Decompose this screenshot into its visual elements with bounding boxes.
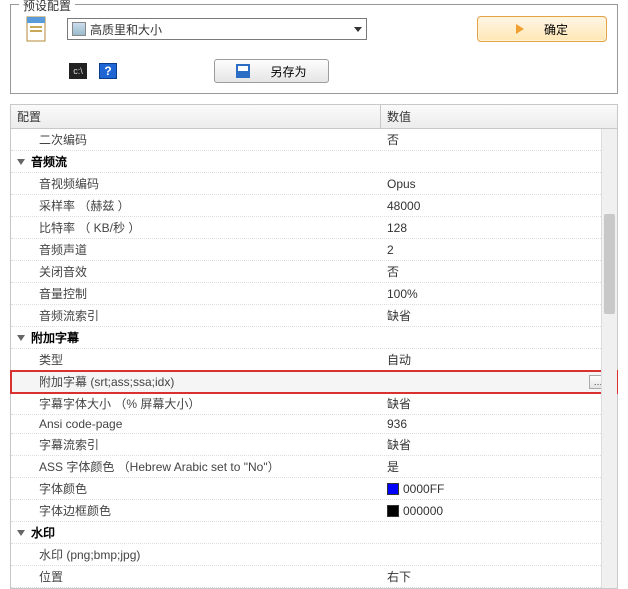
grid-row[interactable]: 字幕流索引缺省 — [11, 434, 617, 456]
row-label: 水印 (png;bmp;jpg) — [11, 544, 381, 565]
ok-label: 确定 — [544, 21, 568, 38]
row-value: 0000FF — [403, 482, 444, 496]
save-as-button[interactable]: 另存为 — [214, 59, 329, 83]
grid-row[interactable]: 二次编码否 — [11, 129, 617, 151]
grid-row[interactable]: 位置右下 — [11, 566, 617, 588]
row-label: 字幕流索引 — [11, 434, 381, 455]
grid-row[interactable]: 音频声道 2 — [11, 239, 617, 261]
color-swatch — [387, 483, 399, 495]
row-value: 自动 — [387, 351, 411, 368]
scrollbar[interactable] — [601, 129, 617, 588]
row-label: 关闭音效 — [11, 261, 381, 282]
row-label: 附加字幕 (srt;ass;ssa;idx) — [11, 371, 381, 392]
preset-dropdown[interactable]: 高质里和大小 — [67, 18, 367, 40]
grid-row[interactable]: 附加字幕 (srt;ass;ssa;idx)… — [11, 371, 617, 393]
header-config: 配置 — [11, 105, 381, 128]
row-value: 100% — [387, 287, 418, 301]
expand-icon[interactable] — [17, 159, 25, 165]
grid-row[interactable]: Ansi code-page 936 — [11, 415, 617, 434]
grid-row[interactable]: 字体边框颜色 000000 — [11, 500, 617, 522]
row-label: 二次编码 — [11, 129, 381, 150]
row-label: 比特率 （ KB/秒 ） — [11, 217, 381, 238]
row-label: 音视频编码 — [11, 173, 381, 194]
grid-row[interactable]: ASS 字体颜色 （Hebrew Arabic set to "No"） 是 — [11, 456, 617, 478]
row-value: 否 — [387, 263, 399, 280]
row-value: 2 — [387, 243, 394, 257]
group-label: 音频流 — [31, 153, 67, 170]
row-value: 缺省 — [387, 436, 411, 453]
expand-icon[interactable] — [17, 530, 25, 536]
row-value: Opus — [387, 177, 416, 191]
grid-row[interactable]: 音频流 — [11, 151, 617, 173]
row-label: ASS 字体颜色 （Hebrew Arabic set to "No"） — [11, 456, 381, 477]
header-value: 数值 — [381, 105, 617, 128]
preset-selected: 高质里和大小 — [90, 21, 354, 38]
arrow-right-icon — [516, 24, 524, 34]
second-row: c:\ ? 另存为 — [21, 59, 607, 83]
grid-row[interactable]: 字幕字体大小 （% 屏幕大小） 缺省 — [11, 393, 617, 415]
grid-row[interactable]: 音频流索引缺省 — [11, 305, 617, 327]
grid-row[interactable]: 类型自动 — [11, 349, 617, 371]
grid-body: 二次编码否音频流音视频编码Opus采样率 （赫兹 ）48000比特率 （ KB/… — [11, 129, 617, 588]
grid-row[interactable]: 水印 (png;bmp;jpg) — [11, 544, 617, 566]
grid-row[interactable]: 音量控制 100% — [11, 283, 617, 305]
row-label: Ansi code-page — [11, 415, 381, 433]
grid-header: 配置 数值 — [11, 105, 617, 129]
group-label: 附加字幕 — [31, 329, 79, 346]
row-label: 类型 — [11, 349, 381, 370]
row-label: 字体边框颜色 — [11, 500, 381, 521]
row-label: 位置 — [11, 566, 381, 587]
preset-mini-icon — [72, 22, 86, 36]
row-label: 字幕字体大小 （% 屏幕大小） — [11, 393, 381, 414]
row-value: 48000 — [387, 199, 420, 213]
save-as-label: 另存为 — [270, 63, 306, 80]
expand-icon[interactable] — [17, 335, 25, 341]
grid-row[interactable]: 音视频编码 Opus — [11, 173, 617, 195]
ok-button[interactable]: 确定 — [477, 16, 607, 42]
row-label: 采样率 （赫兹 ） — [11, 195, 381, 216]
row-value: 缺省 — [387, 395, 411, 412]
top-row: 高质里和大小 确定 — [21, 13, 607, 45]
row-value: 936 — [387, 417, 407, 431]
row-value: 否 — [387, 131, 399, 148]
chevron-down-icon — [354, 27, 362, 32]
document-icon — [21, 13, 53, 45]
row-label: 音频声道 — [11, 239, 381, 260]
row-value: 000000 — [403, 504, 443, 518]
row-value: 缺省 — [387, 307, 411, 324]
preset-panel: 预设配置 高质里和大小 确定 c:\ ? 另存为 — [10, 4, 618, 94]
row-label: 字体颜色 — [11, 478, 381, 499]
grid-row[interactable]: 采样率 （赫兹 ） 48000 — [11, 195, 617, 217]
row-label: 音量控制 — [11, 283, 381, 304]
grid-row[interactable]: 水印 — [11, 522, 617, 544]
floppy-icon — [236, 64, 250, 78]
row-value: 是 — [387, 458, 399, 475]
console-icon[interactable]: c:\ — [69, 63, 87, 79]
scroll-thumb[interactable] — [604, 214, 615, 314]
grid-row[interactable]: 字体颜色 0000FF — [11, 478, 617, 500]
row-value: 右下 — [387, 568, 411, 585]
group-label: 水印 — [31, 524, 55, 541]
grid-row[interactable]: 关闭音效否 — [11, 261, 617, 283]
panel-title: 预设配置 — [19, 0, 75, 14]
row-label: 音频流索引 — [11, 305, 381, 326]
grid-row[interactable]: 附加字幕 — [11, 327, 617, 349]
grid-row[interactable]: 比特率 （ KB/秒 ） 128 — [11, 217, 617, 239]
config-grid: 配置 数值 二次编码否音频流音视频编码Opus采样率 （赫兹 ）48000比特率… — [10, 104, 618, 589]
help-icon[interactable]: ? — [99, 63, 117, 79]
row-value: 128 — [387, 221, 407, 235]
